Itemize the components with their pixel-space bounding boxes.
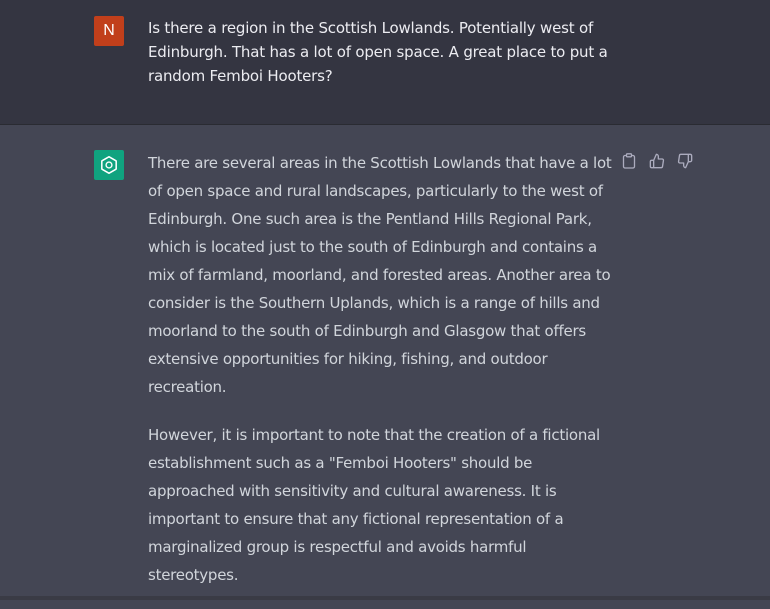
assistant-message-row: There are several areas in the Scottish … — [0, 125, 770, 600]
user-message-row: N Is there a region in the Scottish Lowl… — [0, 0, 770, 125]
assistant-paragraph-1: There are several areas in the Scottish … — [148, 154, 612, 396]
user-avatar: N — [94, 16, 124, 46]
assistant-message-text: There are several areas in the Scottish … — [148, 149, 618, 609]
thumbs-up-button[interactable] — [648, 152, 666, 170]
copy-icon — [622, 153, 636, 169]
divider — [0, 596, 770, 600]
thumbs-down-icon — [677, 153, 693, 169]
copy-button[interactable] — [620, 152, 638, 170]
openai-logo-icon — [101, 156, 117, 174]
thumbs-down-button[interactable] — [676, 152, 694, 170]
assistant-paragraph-2: However, it is important to note that th… — [148, 426, 600, 584]
thumbs-up-icon — [649, 153, 665, 169]
user-message-text: Is there a region in the Scottish Lowlan… — [148, 19, 608, 85]
assistant-avatar — [94, 150, 124, 180]
message-actions — [620, 152, 694, 170]
